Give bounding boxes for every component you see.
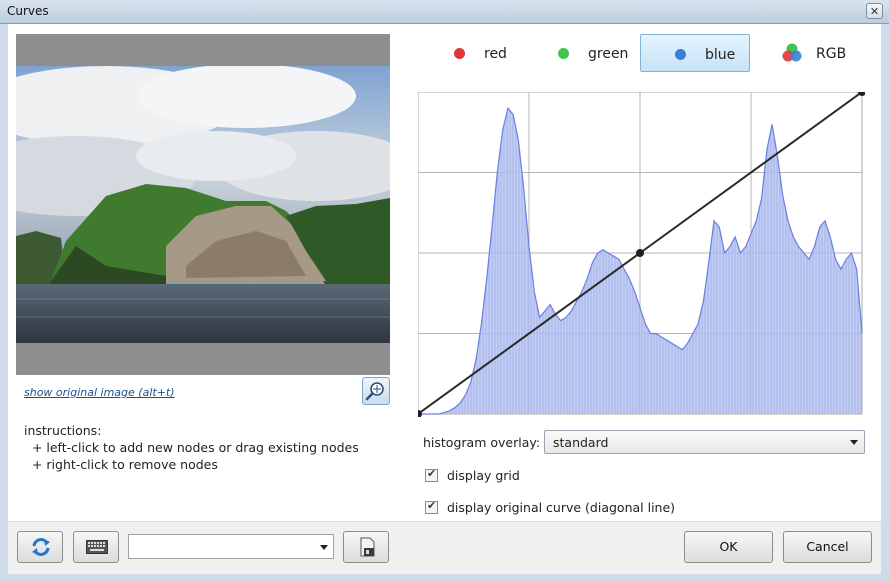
ok-button[interactable]: OK: [684, 531, 773, 563]
checkmark-icon: ✔: [427, 499, 437, 512]
green-dot-icon: [558, 48, 569, 59]
zoom-button[interactable]: [362, 377, 390, 405]
chevron-down-icon: [850, 440, 858, 445]
instructions-line: + left-click to add new nodes or drag ex…: [24, 440, 359, 455]
histogram-overlay-select[interactable]: standard: [544, 430, 865, 454]
keyboard-button[interactable]: [73, 531, 119, 563]
instructions: instructions: + left-click to add new no…: [24, 422, 359, 473]
instructions-line: + right-click to remove nodes: [24, 457, 218, 472]
instructions-heading: instructions:: [24, 423, 102, 438]
refresh-icon: [32, 538, 50, 556]
save-icon: [360, 537, 375, 557]
zoom-icon: [365, 382, 384, 401]
blue-dot-icon: [675, 49, 686, 60]
rgb-circles-icon: [782, 43, 802, 62]
save-preset-button[interactable]: [343, 531, 389, 563]
tab-red[interactable]: red: [436, 34, 528, 72]
display-grid-label: display grid: [447, 468, 520, 483]
tab-label: blue: [705, 47, 736, 63]
preview-photo: [16, 66, 390, 343]
histogram-overlay-label: histogram overlay:: [423, 435, 541, 450]
display-original-curve-checkbox[interactable]: ✔: [425, 499, 438, 514]
tab-label: RGB: [816, 46, 847, 62]
tab-label: red: [484, 46, 507, 62]
reset-button[interactable]: [17, 531, 63, 563]
show-original-link[interactable]: show original image (alt+t): [24, 386, 175, 399]
close-button[interactable]: ✕: [866, 3, 883, 19]
bottom-bar: OK Cancel: [8, 521, 881, 574]
landscape-image: [16, 66, 390, 343]
window-title: Curves: [7, 4, 49, 18]
tab-label: green: [588, 46, 629, 62]
checkmark-icon: ✔: [427, 467, 437, 480]
keyboard-icon: [86, 540, 108, 554]
histogram-overlay-value: standard: [553, 435, 609, 450]
title-bar: Curves ✕: [0, 0, 889, 24]
display-grid-checkbox[interactable]: ✔: [425, 467, 438, 482]
tab-blue[interactable]: blue: [640, 34, 750, 72]
preset-combo[interactable]: [128, 534, 334, 559]
curve-node[interactable]: [636, 249, 644, 257]
tab-green[interactable]: green: [538, 34, 638, 72]
red-dot-icon: [454, 48, 465, 59]
chevron-down-icon: [320, 545, 328, 550]
cancel-button[interactable]: Cancel: [783, 531, 872, 563]
image-preview[interactable]: [16, 34, 390, 375]
curve-editor[interactable]: [418, 92, 865, 417]
window-frame: show original image (alt+t) instructions…: [0, 24, 889, 581]
display-original-curve-label: display original curve (diagonal line): [447, 500, 676, 515]
tab-rgb[interactable]: RGB: [760, 34, 860, 72]
dialog-client: show original image (alt+t) instructions…: [8, 24, 881, 574]
close-icon: ✕: [869, 5, 880, 18]
